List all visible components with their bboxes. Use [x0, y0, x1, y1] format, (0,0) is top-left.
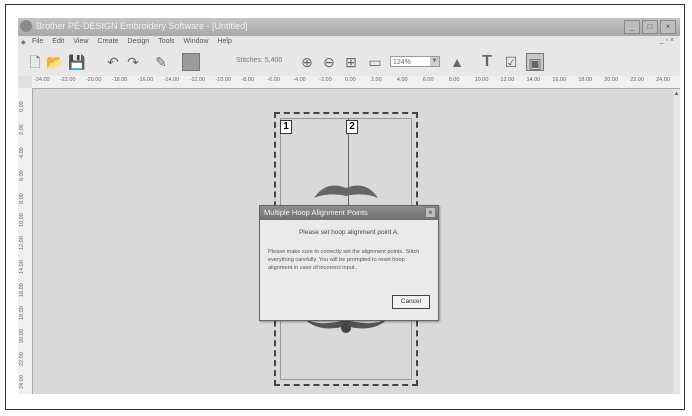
- ruler-tick-label: 14.00: [19, 259, 25, 274]
- ruler-tick-label: -24.00: [34, 77, 50, 83]
- alignment-mark-1: 1: [280, 120, 292, 134]
- ruler-tick-label: 18.00: [578, 77, 593, 83]
- menu-view[interactable]: View: [73, 38, 88, 45]
- ruler-tick-label: -2.00: [319, 77, 332, 83]
- menu-bar: ◆ File Edit View Create Design Tools Win…: [18, 36, 680, 48]
- menu-tools[interactable]: Tools: [158, 38, 174, 45]
- vertical-scrollbar[interactable]: ▲: [673, 89, 680, 394]
- window-title: Brother PE-DESIGN Embroidery Software - …: [36, 21, 248, 31]
- menu-help[interactable]: Help: [217, 38, 231, 45]
- wand-icon[interactable]: ✎: [152, 53, 170, 71]
- ruler-tick-label: 18.00: [19, 305, 25, 320]
- dialog-title-bar[interactable]: Multiple Hoop Alignment Points ×: [260, 206, 438, 220]
- minimize-button[interactable]: _: [624, 20, 640, 34]
- ruler-tick-label: 24.00: [19, 375, 25, 389]
- dialog-close-icon[interactable]: ×: [425, 207, 436, 218]
- ruler-tick-label: -4.00: [293, 77, 306, 83]
- ruler-tick-label: -12.00: [189, 77, 206, 83]
- vertical-ruler: 0.00 2.00 4.00 6.00 8.00 10.00 12.00 14.00 16.00…: [18, 88, 33, 394]
- app-icon: [20, 20, 32, 32]
- title-bar[interactable]: Brother PE-DESIGN Embroidery Software - …: [18, 18, 680, 36]
- save-icon[interactable]: 💾: [68, 53, 86, 71]
- ruler-tick-label: -16.00: [137, 77, 154, 83]
- horizontal-ruler: -24.00 -22.00 -20.00 -18.00 -16.00 -14.00 -12.…: [32, 76, 680, 89]
- menu-create[interactable]: Create: [97, 38, 118, 45]
- ruler-tick-label: 10.00: [19, 213, 25, 228]
- ruler-tick-label: 22.00: [19, 352, 25, 366]
- ruler-tick-label: 20.00: [604, 77, 618, 83]
- zoom-out-icon[interactable]: ⊖: [320, 53, 338, 71]
- ruler-tick-label: 12.00: [19, 236, 25, 251]
- open-file-icon[interactable]: 📂: [46, 53, 64, 71]
- close-button[interactable]: ×: [660, 20, 676, 34]
- zoom-fit-icon[interactable]: ⊞: [342, 53, 360, 71]
- ruler-tick-label: 2.00: [19, 124, 25, 136]
- document-window-controls[interactable]: _ ▫ ×: [660, 37, 674, 44]
- ruler-tick-label: 4.00: [19, 147, 25, 159]
- ruler-tick-label: 8.00: [448, 77, 460, 83]
- ruler-tick-label: -20.00: [85, 77, 102, 83]
- toolbar: 🗋 📂 💾 ↶ ↷ ✎ Stitches: 5,400 ⊕ ⊖ ⊞ ▭ 124%…: [18, 48, 680, 76]
- menu-window[interactable]: Window: [184, 38, 209, 45]
- ruler-tick-label: 6.00: [422, 77, 434, 83]
- ruler-tick-label: 2.00: [370, 77, 382, 83]
- checkbox-icon[interactable]: ☑: [502, 53, 520, 71]
- thread-color-icon[interactable]: [182, 53, 200, 71]
- embroidery-design-top: [314, 185, 378, 198]
- ruler-tick-label: 12.00: [500, 77, 515, 83]
- redo-icon[interactable]: ↷: [124, 53, 142, 71]
- ruler-tick-label: 16.00: [552, 77, 567, 83]
- ruler-tick-label: 8.00: [19, 193, 25, 205]
- actual-size-icon[interactable]: ▭: [366, 53, 384, 71]
- ruler-tick-label: 14.00: [526, 77, 541, 83]
- cancel-button[interactable]: Cancel: [392, 295, 430, 309]
- dialog-heading: Please set hoop alignment point A.: [298, 229, 400, 236]
- alignment-mark-2: 2: [346, 120, 358, 134]
- ruler-tick-label: 6.00: [19, 170, 25, 182]
- undo-icon[interactable]: ↶: [104, 53, 122, 71]
- maximize-button[interactable]: □: [642, 20, 658, 34]
- dialog-title: Multiple Hoop Alignment Points: [264, 208, 368, 217]
- menu-edit[interactable]: Edit: [52, 38, 64, 45]
- ruler-tick-label: -10.00: [215, 77, 232, 83]
- ruler-tick-label: 20.00: [19, 329, 25, 343]
- stitch-count: Stitches: 5,400: [236, 57, 283, 64]
- chevron-down-icon[interactable]: ▼: [430, 57, 439, 66]
- alignment-dialog: Multiple Hoop Alignment Points × Please …: [259, 205, 439, 321]
- dialog-message: Please make sure to correctly set the al…: [268, 249, 420, 271]
- ruler-tick-label: 16.00: [19, 282, 25, 297]
- zoom-value: 124%: [393, 59, 411, 66]
- ruler-tick-label: 0.00: [19, 101, 25, 112]
- window-controls: _ □ ×: [624, 20, 676, 34]
- ruler-tick-label: -18.00: [111, 77, 128, 83]
- ruler-tick-label: -22.00: [59, 77, 76, 83]
- sewing-machine-icon[interactable]: ▲: [448, 53, 466, 71]
- zoom-in-icon[interactable]: ⊕: [298, 53, 316, 71]
- document-menu-icon[interactable]: ◆: [21, 39, 26, 46]
- text-tool-icon[interactable]: T: [478, 53, 496, 71]
- ruler-corner: [18, 76, 32, 88]
- ruler-tick-label: 22.00: [630, 77, 644, 83]
- ruler-tick-label: 0.00: [345, 77, 356, 83]
- ruler-tick-label: -8.00: [241, 77, 254, 83]
- ruler-tick-label: 24.00: [656, 77, 670, 83]
- new-file-icon[interactable]: 🗋: [26, 53, 44, 71]
- menu-design[interactable]: Design: [127, 38, 149, 45]
- zoom-select[interactable]: 124% ▼: [390, 56, 440, 67]
- ruler-tick-label: 10.00: [474, 77, 489, 83]
- ruler-tick-label: -6.00: [267, 77, 280, 83]
- application-window: Brother PE-DESIGN Embroidery Software - …: [18, 18, 680, 394]
- ruler-tick-label: -14.00: [163, 77, 180, 83]
- monitor-icon[interactable]: ▣: [526, 53, 544, 71]
- ruler-tick-label: 4.00: [396, 77, 408, 83]
- menu-file[interactable]: File: [32, 38, 43, 45]
- scroll-up-icon[interactable]: ▲: [673, 91, 680, 97]
